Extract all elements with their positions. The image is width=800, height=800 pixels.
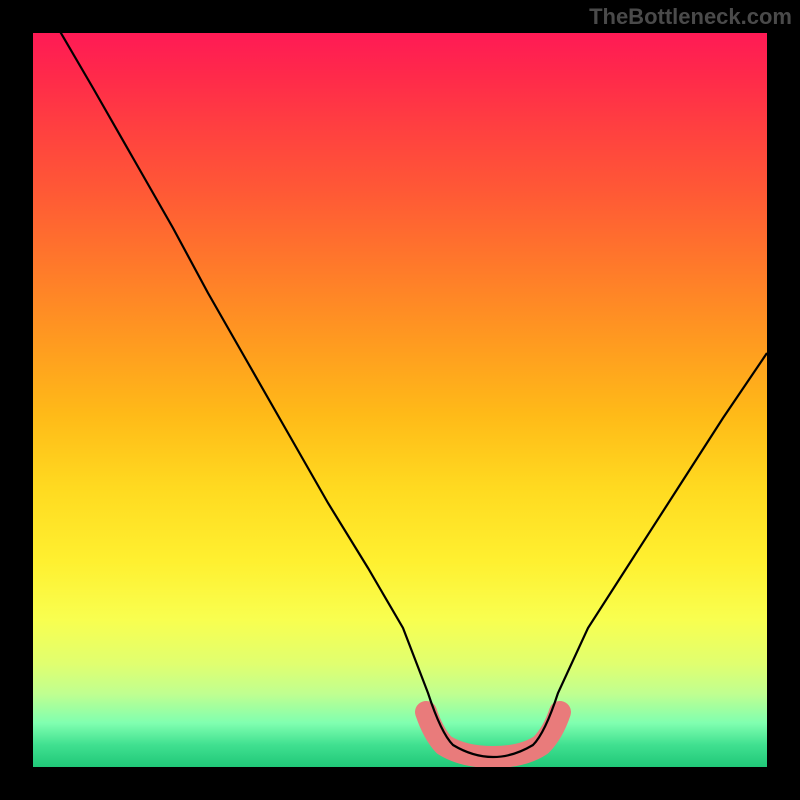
watermark-text: TheBottleneck.com — [589, 4, 792, 30]
chart-plot-area — [33, 33, 767, 767]
bottleneck-curve — [58, 33, 767, 757]
chart-curve-layer — [33, 33, 767, 767]
